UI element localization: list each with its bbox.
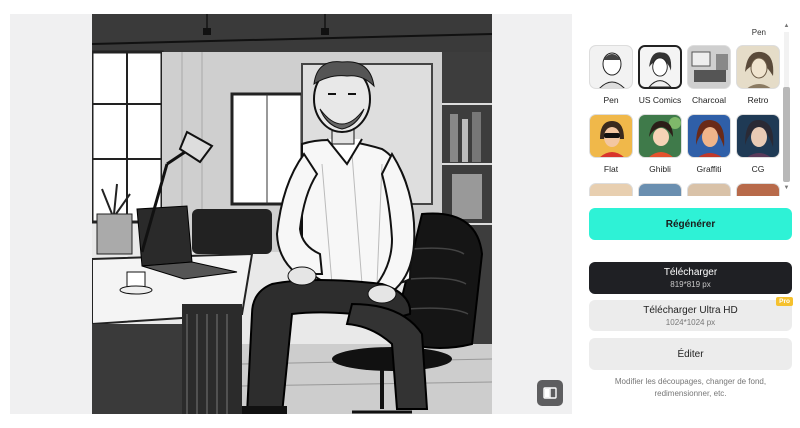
- regenerate-label: Régénérer: [665, 218, 716, 230]
- style-option-cg[interactable]: CG: [736, 114, 780, 174]
- download-ultra-hd-button[interactable]: Télécharger Ultra HD 1024*1024 px Pro: [589, 297, 793, 331]
- compare-button[interactable]: [537, 380, 563, 406]
- edit-button[interactable]: Éditer: [589, 338, 792, 370]
- style-label: Pen: [603, 95, 619, 105]
- style-label: Graffiti: [696, 164, 722, 174]
- download-hd-label: Télécharger Ultra HD: [643, 305, 738, 316]
- style-label: Retro: [747, 95, 769, 105]
- edit-label: Éditer: [677, 348, 704, 360]
- comic-office-illustration: [92, 14, 492, 414]
- style-thumb-charcoal: [687, 45, 731, 89]
- style-list-scrollbar[interactable]: ▲ ▼: [782, 22, 791, 194]
- side-panel: Pen Pen US Comics Charcoal Retro Flat Gh…: [583, 0, 800, 428]
- generated-image: [92, 14, 492, 414]
- scroll-up-icon[interactable]: ▲: [782, 22, 791, 31]
- scroll-down-icon[interactable]: ▼: [782, 184, 791, 193]
- style-option-graffiti[interactable]: Graffiti: [687, 114, 731, 174]
- style-label: Charcoal: [691, 95, 727, 105]
- style-option-partial[interactable]: [638, 183, 682, 196]
- style-option-pen[interactable]: Pen: [589, 45, 633, 105]
- app-root: Pen Pen US Comics Charcoal Retro Flat Gh…: [0, 0, 800, 428]
- style-label-partial: Pen: [751, 28, 766, 37]
- style-thumb-pen: [589, 45, 633, 89]
- style-thumb-flat: [589, 114, 633, 158]
- download-size: 819*819 px: [670, 280, 711, 289]
- style-option-flat[interactable]: Flat: [589, 114, 633, 174]
- style-thumb-graffiti: [687, 114, 731, 158]
- style-label: Ghibli: [649, 164, 671, 174]
- style-label: US Comics: [638, 95, 682, 105]
- style-thumb-retro: [736, 45, 780, 89]
- pro-badge: Pro: [776, 297, 793, 306]
- regenerate-button[interactable]: Régénérer: [589, 208, 792, 240]
- scroll-thumb[interactable]: [783, 87, 790, 182]
- style-option-partial[interactable]: [687, 183, 731, 196]
- style-list: Pen Pen US Comics Charcoal Retro Flat Gh…: [588, 24, 784, 196]
- style-option-retro[interactable]: Retro: [736, 45, 780, 105]
- style-label: Flat: [603, 164, 619, 174]
- style-option-ghibli[interactable]: Ghibli: [638, 114, 682, 174]
- edit-hint: Modifier les découpages, changer de fond…: [614, 377, 767, 398]
- style-thumb-ghibli: [638, 114, 682, 158]
- style-option-us-comics[interactable]: US Comics: [638, 45, 682, 105]
- style-option-partial[interactable]: [736, 183, 780, 196]
- download-button[interactable]: Télécharger 819*819 px: [589, 262, 792, 294]
- style-thumb-cg: [736, 114, 780, 158]
- style-option-charcoal[interactable]: Charcoal: [687, 45, 731, 105]
- style-option-partial[interactable]: [589, 183, 633, 196]
- compare-icon: [543, 387, 557, 399]
- download-hd-size: 1024*1024 px: [665, 318, 716, 327]
- style-thumb-us-comics: [638, 45, 682, 89]
- style-label: CG: [751, 164, 765, 174]
- preview-panel: [10, 14, 572, 414]
- download-label: Télécharger: [663, 267, 718, 278]
